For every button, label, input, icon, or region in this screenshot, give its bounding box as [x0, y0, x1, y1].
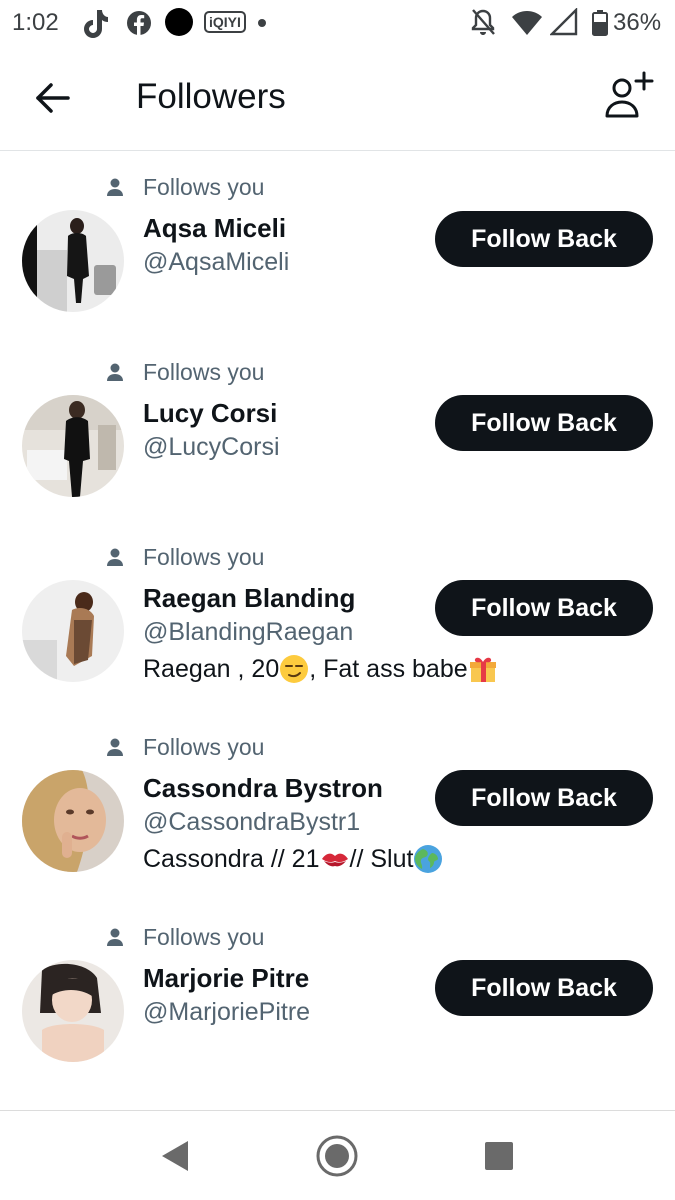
signal-icon — [550, 8, 578, 36]
person-icon — [107, 363, 123, 381]
follows-you-indicator: Follows you — [105, 922, 264, 952]
system-navigation-bar — [0, 1110, 675, 1200]
iqiyi-icon: iQIYI — [204, 11, 246, 33]
nav-home-button[interactable] — [316, 1135, 358, 1177]
follows-you-indicator: Follows you — [105, 172, 264, 202]
follower-name[interactable]: Lucy Corsi — [143, 398, 277, 429]
nav-back-button[interactable] — [160, 1139, 190, 1173]
wifi-icon — [512, 11, 542, 35]
status-bar: 1:02 iQIYI 36% — [0, 0, 675, 48]
follows-you-indicator: Follows you — [105, 732, 264, 762]
person-icon — [107, 178, 123, 196]
follower-handle[interactable]: @LucyCorsi — [143, 433, 280, 462]
status-time: 1:02 — [12, 9, 59, 36]
follow-back-button[interactable]: Follow Back — [435, 580, 653, 636]
tiktok-icon — [84, 10, 108, 38]
person-icon — [107, 548, 123, 566]
follower-bio: Raegan , 20 , Fat ass babe — [143, 654, 498, 684]
add-user-button[interactable] — [602, 70, 654, 122]
follow-back-button[interactable]: Follow Back — [435, 395, 653, 451]
bio-text: , Fat ass babe — [309, 654, 468, 683]
follows-you-label: Follows you — [143, 733, 265, 760]
follower-name[interactable]: Aqsa Miceli — [143, 213, 286, 244]
gift-emoji-icon — [469, 657, 496, 682]
home-circle-icon — [316, 1135, 358, 1177]
follower-name[interactable]: Marjorie Pitre — [143, 963, 309, 994]
avatar[interactable] — [22, 960, 124, 1062]
follows-you-label: Follows you — [143, 358, 265, 385]
follows-you-indicator: Follows you — [105, 542, 264, 572]
globe-emoji-icon — [414, 845, 443, 873]
app-notification-icon — [165, 8, 193, 36]
bio-text: // Slut — [349, 844, 414, 873]
avatar[interactable] — [22, 580, 124, 682]
triangle-back-icon — [162, 1141, 188, 1171]
follows-you-label: Follows you — [143, 543, 265, 570]
square-recents-icon — [485, 1142, 513, 1170]
kiss-mark-emoji-icon — [321, 853, 348, 867]
follower-name[interactable]: Cassondra Bystron — [143, 773, 383, 804]
follower-handle[interactable]: @AqsaMiceli — [143, 248, 289, 277]
follows-you-indicator: Follows you — [105, 357, 264, 387]
battery-icon — [592, 10, 608, 36]
battery-percent: 36% — [613, 9, 662, 36]
follower-bio: Cassondra // 21 // Slut — [143, 844, 443, 874]
more-notifications-dot-icon — [258, 19, 266, 27]
bell-off-icon — [471, 9, 495, 35]
follows-you-label: Follows you — [143, 923, 265, 950]
avatar[interactable] — [22, 210, 124, 312]
facebook-icon — [127, 11, 151, 35]
avatar[interactable] — [22, 770, 124, 872]
smirk-emoji-icon — [280, 655, 309, 683]
follows-you-label: Follows you — [143, 173, 265, 200]
back-button[interactable] — [30, 78, 76, 118]
follower-handle[interactable]: @BlandingRaegan — [143, 618, 353, 647]
page-title: Followers — [136, 77, 286, 116]
nav-recents-button[interactable] — [484, 1141, 514, 1171]
person-icon — [107, 738, 123, 756]
bio-text: Raegan , 20 — [143, 654, 280, 683]
bio-text: Cassondra // 21 — [143, 844, 320, 873]
app-header: Followers — [0, 48, 675, 151]
add-user-icon — [605, 71, 654, 118]
follower-handle[interactable]: @CassondraBystr1 — [143, 808, 360, 837]
person-icon — [107, 928, 123, 946]
follower-handle[interactable]: @MarjoriePitre — [143, 998, 310, 1027]
arrow-left-icon — [36, 83, 70, 113]
follower-name[interactable]: Raegan Blanding — [143, 583, 355, 614]
avatar[interactable] — [22, 395, 124, 497]
follow-back-button[interactable]: Follow Back — [435, 960, 653, 1016]
follow-back-button[interactable]: Follow Back — [435, 770, 653, 826]
follow-back-button[interactable]: Follow Back — [435, 211, 653, 267]
